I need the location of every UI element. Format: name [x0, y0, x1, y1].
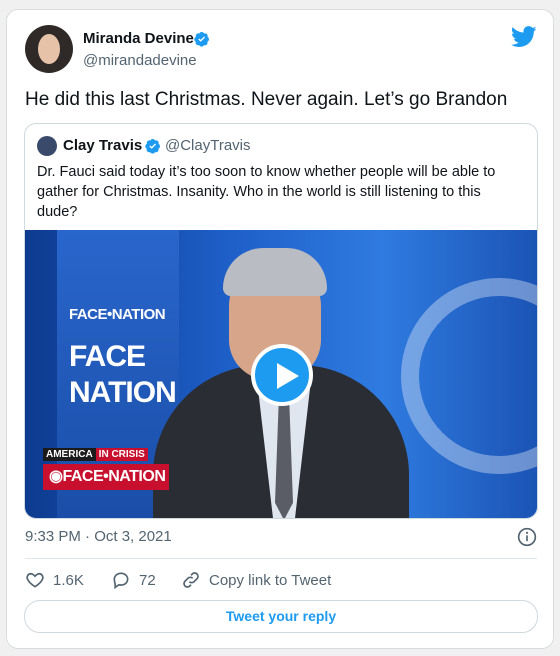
quoted-tweet[interactable]: Clay Travis @ClayTravis Dr. Fauci said t…	[24, 123, 538, 519]
link-icon	[183, 572, 199, 588]
quoted-author-name[interactable]: Clay Travis	[63, 137, 142, 154]
reply-count: 72	[139, 571, 156, 589]
panel-big-text-2: NATION	[69, 376, 177, 409]
panel-big-text-1: FACE	[69, 340, 146, 373]
cbs-eye-graphic	[401, 278, 537, 474]
twitter-logo-icon[interactable]	[511, 26, 537, 48]
quoted-author-handle[interactable]: @ClayTravis	[165, 137, 251, 154]
play-icon[interactable]	[251, 344, 313, 406]
copy-link-action[interactable]: Copy link to Tweet	[181, 570, 331, 590]
quoted-tweet-text: Dr. Fauci said today it’s too soon to kn…	[37, 164, 496, 220]
chyron-brand: ◉FACE•NATION	[43, 464, 169, 490]
heart-icon	[26, 572, 44, 588]
copy-link-label: Copy link to Tweet	[209, 571, 332, 589]
divider	[25, 558, 537, 559]
chyron-right: IN CRISIS	[95, 448, 148, 461]
person-hair	[223, 248, 327, 296]
video-thumbnail[interactable]: FACE•NATION FACE NATION AMERICA IN CRISIS…	[25, 230, 537, 518]
tweet-card: Miranda Devine @mirandadevine He did thi…	[6, 9, 554, 649]
author-handle[interactable]: @mirandadevine	[83, 52, 197, 69]
panel-small-text: FACE•NATION	[69, 306, 166, 323]
avatar-face	[38, 34, 60, 64]
author-avatar[interactable]	[25, 25, 73, 73]
chyron-top: AMERICA IN CRISIS	[43, 448, 148, 462]
tweet-timestamp[interactable]: 9:33 PM · Oct 3, 2021	[25, 528, 172, 545]
tweet-text: He did this last Christmas. Never again.…	[25, 89, 508, 110]
verified-badge-icon	[145, 139, 160, 154]
reply-action[interactable]: 72	[111, 570, 156, 590]
chyron-left: AMERICA	[43, 448, 96, 461]
info-icon[interactable]	[517, 527, 537, 547]
tweet-reply-button[interactable]: Tweet your reply	[24, 600, 538, 633]
reply-icon	[113, 572, 129, 590]
verified-badge-icon	[194, 32, 209, 47]
author-name[interactable]: Miranda Devine	[83, 30, 194, 47]
like-count: 1.6K	[53, 571, 84, 589]
like-action[interactable]: 1.6K	[25, 570, 84, 590]
quoted-author-avatar[interactable]	[37, 136, 57, 156]
